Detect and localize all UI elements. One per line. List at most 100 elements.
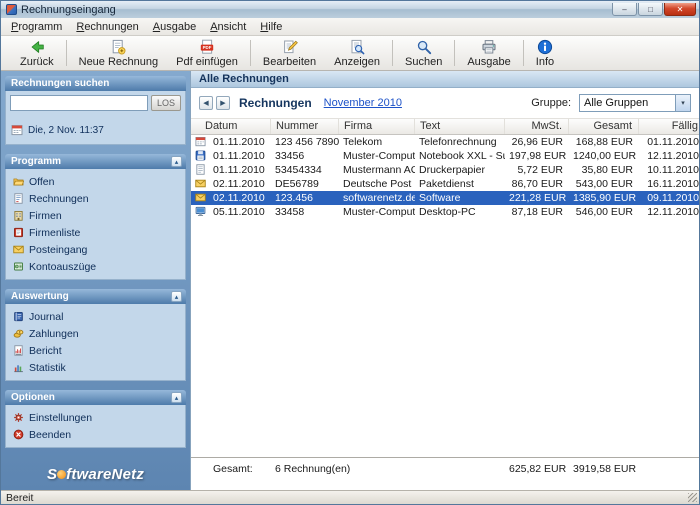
sidebar-item-statistik[interactable]: Statistik	[10, 359, 181, 376]
next-month-button[interactable]: ▶	[216, 96, 230, 110]
collapse-button[interactable]: ▴	[171, 156, 182, 167]
back-arrow-icon	[29, 39, 45, 55]
cell-nummer: DE56789	[275, 178, 319, 190]
sidebar-item-bericht[interactable]: Bericht	[10, 342, 181, 359]
cell-mwst: 87,18 EUR	[511, 206, 563, 218]
sidebar-item-einstellungen[interactable]: Einstellungen	[10, 409, 181, 426]
cell-gesamt: 1385,90 EUR	[573, 192, 637, 204]
menu-item-hilfe[interactable]: Hilfe	[253, 19, 289, 35]
sidebar-item-offen[interactable]: Offen	[10, 173, 181, 190]
printer-icon	[481, 39, 497, 55]
minimize-button[interactable]: –	[612, 3, 637, 16]
invoice-icon	[13, 193, 24, 204]
cell-faellig: 12.11.2010	[647, 150, 699, 162]
table-row-4[interactable]: 02.11.2010 DE56789 Deutsche Post Paketdiens…	[191, 177, 699, 191]
cell-text: Telefonrechnung	[419, 136, 497, 148]
cell-gesamt: 546,00 EUR	[575, 206, 633, 218]
sidebar-item-zahlungen[interactable]: € Zahlungen	[10, 325, 181, 342]
menu-item-ausgabe[interactable]: Ausgabe	[146, 19, 203, 35]
cell-mwst: 86,70 EUR	[511, 178, 563, 190]
table-row-3[interactable]: 01.11.2010 53454334 Mustermann AG Druckerpa…	[191, 163, 699, 177]
open-folder-icon	[13, 176, 24, 187]
toolbar-info-button[interactable]: Info	[527, 37, 563, 69]
sidebar-item-firmenliste[interactable]: Firmenliste	[10, 224, 181, 241]
toolbar-suchen-button[interactable]: Suchen	[396, 37, 451, 69]
column-header-nummer[interactable]: Nummer	[271, 119, 339, 134]
view-title: Alle Rechnungen	[191, 71, 699, 88]
sidebar-item-label: Rechnungen	[29, 192, 89, 205]
group-select-value: Alle Gruppen	[584, 97, 649, 109]
companies-icon	[13, 210, 24, 221]
cell-text: Desktop-PC	[419, 206, 476, 218]
maximize-button[interactable]: □	[638, 3, 663, 16]
table-row-1[interactable]: 01.11.2010 123 456 7890 Telekom Telefonrech…	[191, 135, 699, 149]
toolbar-zurueck-button[interactable]: Zurück	[11, 37, 63, 69]
cell-faellig: 01.11.2010	[647, 136, 699, 148]
sidebar-item-beenden[interactable]: Beenden	[10, 426, 181, 443]
cell-datum: 01.11.2010	[213, 150, 265, 162]
sidebar-item-rechnungen[interactable]: Rechnungen	[10, 190, 181, 207]
collapse-button[interactable]: ▴	[171, 291, 182, 302]
table-row-2[interactable]: 01.11.2010 33456 Muster-Computer Notebook X…	[191, 149, 699, 163]
section-header-optionen: Optionen ▴	[5, 390, 186, 405]
sidebar-item-firmen[interactable]: Firmen	[10, 207, 181, 224]
menu-item-programm[interactable]: Programm	[4, 19, 69, 35]
toolbar-ausgabe-button[interactable]: Ausgabe	[458, 37, 519, 69]
table-title: Rechnungen	[239, 96, 312, 110]
table-row-5[interactable]: 02.11.2010 123.456 softwarenetz.de Software…	[191, 191, 699, 205]
app-window: Rechnungseingang – □ ✕ Programm Rechnunge…	[0, 0, 700, 505]
column-header-firma[interactable]: Firma	[339, 119, 415, 134]
column-header-mwst[interactable]: MwSt.	[505, 119, 569, 134]
cell-nummer: 33456	[275, 150, 305, 162]
sidebar-item-posteingang[interactable]: Posteingang	[10, 241, 181, 258]
sidebar-item-label: Zahlungen	[29, 327, 79, 340]
toolbar-anzeigen-button[interactable]: Anzeigen	[325, 37, 389, 69]
group-select[interactable]: Alle Gruppen ▾	[579, 94, 691, 112]
sidebar-sections: Programm ▴ Offen Rechnungen Firmen Firmenlist…	[5, 154, 186, 448]
info-icon	[537, 39, 553, 55]
sidebar-item-journal[interactable]: Journal	[10, 308, 181, 325]
main-panel: Alle Rechnungen ◀ ▶ Rechnungen November …	[190, 71, 699, 490]
resize-grip[interactable]	[688, 493, 697, 502]
cell-datum: 02.11.2010	[213, 192, 265, 204]
search-go-button[interactable]: LOS	[151, 95, 181, 111]
exit-icon	[13, 429, 24, 440]
footer-mwst-total: 625,82 EUR	[509, 462, 567, 475]
cell-gesamt: 35,80 EUR	[581, 164, 633, 176]
cell-firma: Muster-Computer	[343, 150, 415, 162]
cell-datum: 01.11.2010	[213, 136, 265, 148]
view-icon	[349, 39, 365, 55]
calendar-icon	[195, 136, 209, 147]
cell-firma: softwarenetz.de	[343, 192, 415, 204]
collapse-button[interactable]: ▴	[171, 392, 182, 403]
column-header-text[interactable]: Text	[415, 119, 505, 134]
section-body-programm: Offen Rechnungen Firmen Firmenliste Posteing…	[5, 169, 186, 280]
date-display: Die, 2 Nov. 11:37	[28, 124, 104, 136]
logo-o-dot-icon	[57, 470, 67, 479]
cell-nummer: 53454334	[275, 164, 322, 176]
close-button[interactable]: ✕	[664, 3, 696, 16]
toolbar-separator	[454, 40, 456, 66]
table-row-6[interactable]: 05.11.2010 33458 Muster-Computer Desktop-PC…	[191, 205, 699, 219]
previous-month-button[interactable]: ◀	[199, 96, 213, 110]
content-area: Rechnungen suchen LOS Die, 2 Nov. 11:37 …	[1, 71, 699, 490]
toolbar-pdf-einfuegen-button[interactable]: PDF Pdf einfügen	[167, 37, 247, 69]
app-icon	[6, 4, 17, 15]
toolbar-pdf-einfuegen-label: Pdf einfügen	[176, 55, 238, 68]
menu-item-ansicht[interactable]: Ansicht	[203, 19, 253, 35]
table-rows: 01.11.2010 123 456 7890 Telekom Telefonrech…	[191, 135, 699, 457]
column-header-gesamt[interactable]: Gesamt	[569, 119, 639, 134]
cell-firma: Muster-Computer	[343, 206, 415, 218]
section-title: Auswertung	[11, 291, 69, 302]
cell-faellig: 10.11.2010	[647, 164, 699, 176]
toolbar-bearbeiten-button[interactable]: Bearbeiten	[254, 37, 325, 69]
sidebar-item-label: Posteingang	[29, 243, 88, 256]
toolbar-neue-rechnung-button[interactable]: Neue Rechnung	[70, 37, 168, 69]
sidebar-item-label: Offen	[29, 175, 55, 188]
sidebar-item-kontoauszuge[interactable]: Kontoauszüge	[10, 258, 181, 275]
period-link[interactable]: November 2010	[324, 97, 402, 109]
search-input[interactable]	[10, 95, 148, 111]
column-header-datum[interactable]: Datum	[191, 119, 271, 134]
column-header-faellig[interactable]: Fällig	[639, 119, 700, 134]
menu-item-rechnungen[interactable]: Rechnungen	[69, 19, 145, 35]
